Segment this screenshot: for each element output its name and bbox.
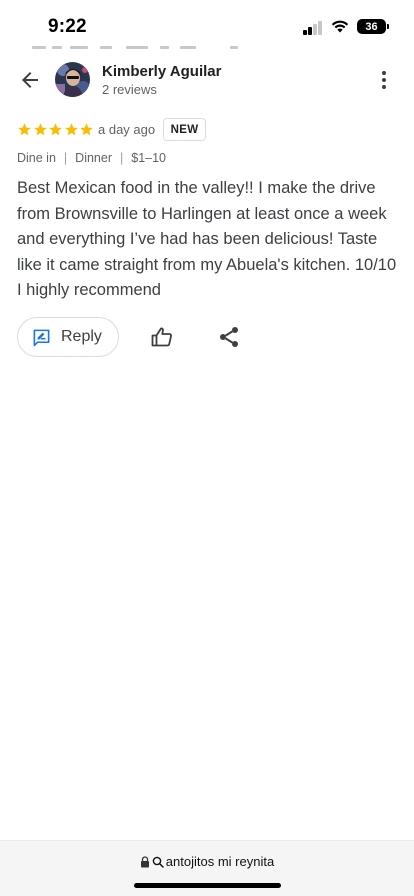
more-options-icon[interactable] (376, 68, 392, 92)
review-text: Best Mexican food in the valley!! I make… (17, 179, 397, 299)
status-time: 9:22 (48, 16, 87, 37)
meta-separator: | (63, 151, 68, 165)
back-arrow-icon[interactable] (18, 68, 42, 92)
star-icon (80, 123, 93, 136)
star-icon (18, 123, 31, 136)
browser-bottom-bar: antojitos mi reynita (0, 840, 414, 896)
share-icon[interactable] (217, 325, 241, 349)
new-badge: NEW (163, 118, 206, 141)
meta-meal: Dinner (75, 151, 112, 165)
rate-review-icon (33, 329, 50, 346)
address-bar[interactable]: antojitos mi reynita (0, 854, 414, 869)
reviewer-name[interactable]: Kimberly Aguilar (102, 63, 221, 80)
review-meta: Dine in | Dinner | $1–10 (17, 151, 166, 165)
wifi-icon (331, 20, 349, 33)
cellular-signal-icon (303, 21, 323, 35)
url-text: antojitos mi reynita (165, 854, 275, 869)
search-icon (152, 856, 164, 868)
reply-label: Reply (61, 328, 102, 345)
star-icon (64, 123, 78, 136)
reviewer-review-count: 2 reviews (102, 82, 157, 97)
scrolled-content-edge (30, 44, 250, 50)
reply-button[interactable]: Reply (17, 317, 119, 357)
battery-cap-icon (387, 24, 389, 29)
status-bar: 9:22 36 (0, 0, 414, 50)
thumb-up-icon[interactable] (150, 325, 174, 349)
avatar[interactable] (55, 62, 90, 97)
battery-indicator: 36 (357, 19, 386, 34)
meta-separator: | (120, 151, 124, 165)
meta-service: Dine in (17, 151, 56, 165)
star-icon (33, 123, 47, 136)
meta-price: $1–10 (131, 151, 167, 165)
home-indicator (134, 883, 281, 888)
review-time: a day ago (98, 122, 156, 137)
star-rating (17, 122, 94, 137)
lock-icon (140, 855, 149, 867)
star-icon (49, 123, 62, 136)
